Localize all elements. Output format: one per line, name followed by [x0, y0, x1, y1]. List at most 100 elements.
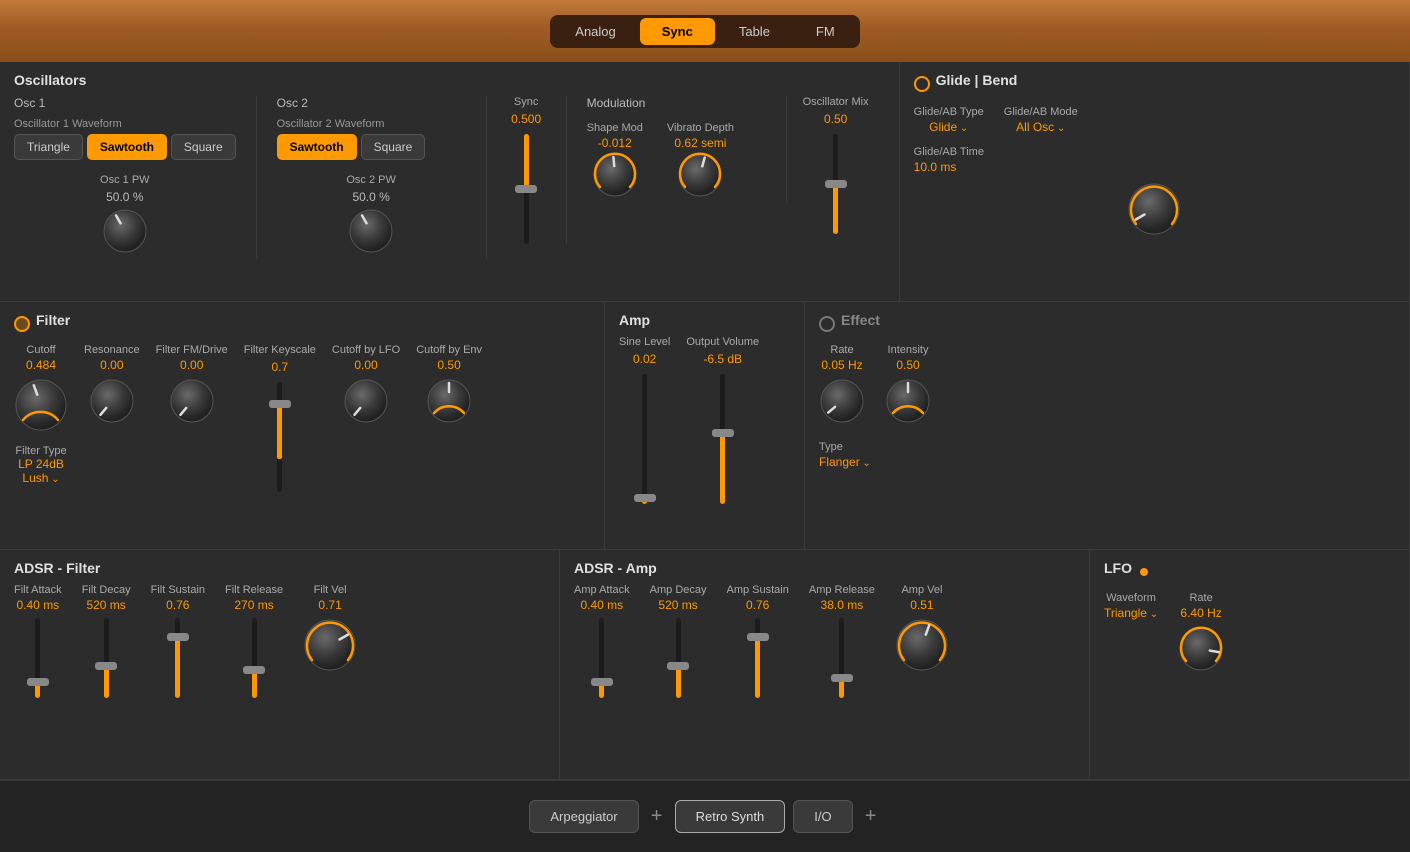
sync-slider[interactable]: [524, 134, 529, 244]
amp-decay-slider[interactable]: [676, 618, 681, 698]
amp-sustain-block: Amp Sustain 0.76: [727, 584, 789, 698]
osc1-pw-knob[interactable]: [102, 208, 148, 259]
amp-release-slider[interactable]: [839, 618, 844, 698]
glide-type-select[interactable]: Glide: [929, 120, 968, 134]
cutoff-lfo-knob[interactable]: [343, 378, 389, 429]
osc2-label: Osc 2: [277, 96, 466, 110]
filter-type-label: Filter Type: [15, 445, 66, 457]
glide-type-label: Glide/AB Type: [914, 106, 984, 118]
glide-time-block: Glide/AB Time 10.0 ms: [914, 146, 1395, 241]
lfo-panel: LFO Waveform Triangle Rate 6.40 Hz: [1090, 550, 1410, 779]
effect-power-icon[interactable]: [819, 316, 835, 332]
tab-table[interactable]: Table: [717, 18, 792, 45]
filt-decay-slider[interactable]: [104, 618, 109, 698]
filter-power-icon[interactable]: [14, 316, 30, 332]
cutoff-lfo-value: 0.00: [354, 358, 377, 372]
amp-attack-block: Amp Attack 0.40 ms: [574, 584, 630, 698]
filt-sustain-block: Filt Sustain 0.76: [151, 584, 205, 698]
amp-sustain-value: 0.76: [746, 598, 769, 612]
resonance-knob[interactable]: [89, 378, 135, 429]
filt-sustain-slider[interactable]: [175, 618, 180, 698]
osc1-btn-sawtooth[interactable]: Sawtooth: [87, 134, 167, 160]
filt-release-slider[interactable]: [252, 618, 257, 698]
osc1-waveform-label: Oscillator 1 Waveform: [14, 118, 236, 130]
vibrato-depth-label: Vibrato Depth: [667, 122, 734, 134]
output-volume-value: -6.5 dB: [703, 352, 742, 366]
filt-decay-block: Filt Decay 520 ms: [82, 584, 131, 698]
osc1-btn-triangle[interactable]: Triangle: [14, 134, 83, 160]
filt-decay-label: Filt Decay: [82, 584, 131, 596]
shape-mod-block: Shape Mod -0.012: [587, 122, 643, 203]
osc2-pw-knob[interactable]: [348, 208, 394, 259]
lfo-rate-knob[interactable]: [1178, 626, 1224, 677]
add-right-button[interactable]: +: [857, 803, 885, 831]
amp-panel: Amp Sine Level 0.02 Output Volume -6.5 d…: [605, 302, 805, 549]
osc2-btn-sawtooth[interactable]: Sawtooth: [277, 134, 357, 160]
osc1-pw-label: Osc 1 PW: [100, 174, 150, 186]
effect-intensity-block: Intensity 0.50: [885, 344, 931, 429]
effect-intensity-label: Intensity: [888, 344, 929, 356]
keyscale-block: Filter Keyscale 0.7: [244, 344, 316, 492]
fmdrive-knob[interactable]: [169, 378, 215, 429]
osc2-pw-label: Osc 2 PW: [346, 174, 396, 186]
amp-attack-label: Amp Attack: [574, 584, 630, 596]
filter-type-select[interactable]: LP 24dBLush: [15, 457, 66, 485]
cutoff-block: Cutoff 0.484 Filter Type LP 24dBLush: [14, 344, 68, 485]
glide-title: Glide | Bend: [936, 72, 1018, 88]
filt-decay-value: 520 ms: [86, 598, 125, 612]
lfo-waveform-select[interactable]: Triangle: [1104, 606, 1158, 620]
amp-vel-knob[interactable]: [895, 618, 949, 677]
filt-vel-label: Filt Vel: [314, 584, 347, 596]
osc2-waveform-label: Oscillator 2 Waveform: [277, 118, 466, 130]
filt-vel-knob[interactable]: [303, 618, 357, 677]
lfo-rate-value: 6.40 Hz: [1180, 606, 1221, 620]
sine-level-block: Sine Level 0.02: [619, 336, 670, 504]
amp-decay-block: Amp Decay 520 ms: [650, 584, 707, 698]
add-left-button[interactable]: +: [643, 803, 671, 831]
glide-power-icon[interactable]: [914, 76, 930, 92]
amp-release-value: 38.0 ms: [821, 598, 864, 612]
glide-mode-select[interactable]: All Osc: [1016, 120, 1065, 134]
osc-mix-slider[interactable]: [833, 134, 838, 234]
effect-type-select[interactable]: Flanger: [819, 455, 871, 469]
osc2-btn-square[interactable]: Square: [361, 134, 426, 160]
amp-attack-slider[interactable]: [599, 618, 604, 698]
osc1-pw-value: 50.0 %: [106, 190, 143, 204]
retro-synth-button[interactable]: Retro Synth: [675, 800, 786, 833]
io-button[interactable]: I/O: [793, 800, 852, 833]
output-volume-slider[interactable]: [720, 374, 725, 504]
shape-mod-knob[interactable]: [592, 152, 638, 203]
osc1-label: Osc 1: [14, 96, 236, 110]
amp-sustain-slider[interactable]: [755, 618, 760, 698]
vibrato-depth-knob[interactable]: [677, 152, 723, 203]
sine-level-slider[interactable]: [642, 374, 647, 504]
fmdrive-label: Filter FM/Drive: [156, 344, 228, 356]
osc1-btn-square[interactable]: Square: [171, 134, 236, 160]
amp-vel-label: Amp Vel: [901, 584, 942, 596]
top-bar: Analog Sync Table FM: [0, 0, 1410, 62]
lfo-waveform-label: Waveform: [1106, 592, 1156, 604]
keyscale-slider[interactable]: [277, 382, 282, 492]
shape-mod-value: -0.012: [598, 136, 632, 150]
glide-time-label: Glide/AB Time: [914, 146, 984, 158]
effect-intensity-knob[interactable]: [885, 378, 931, 429]
resonance-block: Resonance 0.00: [84, 344, 140, 429]
osc-mix-value: 0.50: [824, 112, 847, 126]
tab-sync[interactable]: Sync: [640, 18, 715, 45]
tab-fm[interactable]: FM: [794, 18, 857, 45]
row3: ADSR - Filter Filt Attack 0.40 ms Filt D…: [0, 550, 1410, 780]
cutoff-env-value: 0.50: [437, 358, 460, 372]
filt-attack-value: 0.40 ms: [17, 598, 60, 612]
vibrato-depth-value: 0.62 semi: [674, 136, 726, 150]
filt-vel-block: Filt Vel 0.71: [303, 584, 357, 677]
adsr-amp-title: ADSR - Amp: [574, 560, 1075, 576]
filt-attack-slider[interactable]: [35, 618, 40, 698]
cutoff-knob[interactable]: [14, 378, 68, 437]
tab-analog[interactable]: Analog: [553, 18, 637, 45]
cutoff-env-knob[interactable]: [426, 378, 472, 429]
glide-time-knob[interactable]: [1127, 182, 1181, 241]
filt-release-label: Filt Release: [225, 584, 283, 596]
synth-body: Oscillators Osc 1 Oscillator 1 Waveform …: [0, 62, 1410, 780]
arpeggiator-button[interactable]: Arpeggiator: [529, 800, 638, 833]
effect-rate-knob[interactable]: [819, 378, 865, 429]
